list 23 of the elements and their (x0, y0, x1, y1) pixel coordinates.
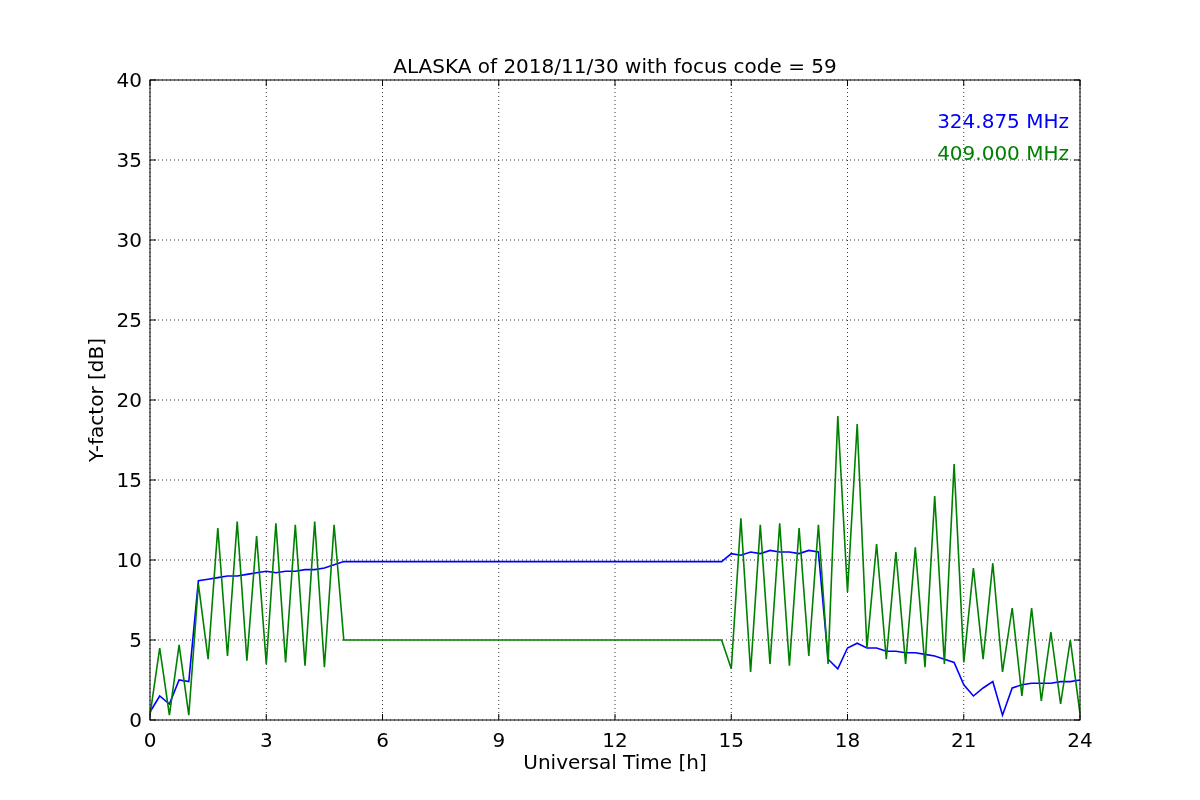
y-tick-label: 30 (116, 228, 142, 252)
x-tick-label: 18 (834, 728, 861, 752)
y-tick-label: 40 (116, 68, 142, 92)
y-axis-label: Y-factor [dB] (84, 338, 108, 462)
x-tick-label: 6 (376, 728, 389, 752)
y-tick-label: 10 (116, 548, 142, 572)
y-tick-label: 35 (116, 148, 142, 172)
y-tick-label: 15 (116, 468, 142, 492)
legend-label: 324.875 MHz (937, 109, 1069, 133)
y-tick-label: 5 (129, 628, 142, 652)
y-tick-label: 0 (129, 708, 142, 732)
y-tick-label: 20 (116, 388, 142, 412)
x-tick-label: 24 (1067, 728, 1093, 752)
x-tick-label: 15 (718, 728, 744, 752)
x-tick-label: 3 (259, 728, 273, 752)
x-tick-label: 9 (492, 728, 506, 752)
x-tick-label: 12 (602, 728, 628, 752)
legend-label: 409.000 MHz (937, 141, 1069, 165)
x-tick-label: 21 (951, 728, 977, 752)
x-axis-label: Universal Time [h] (523, 750, 707, 774)
chart-title: ALASKA of 2018/11/30 with focus code = 59 (393, 54, 837, 78)
y-tick-label: 25 (116, 308, 142, 332)
x-tick-label: 0 (143, 728, 157, 752)
